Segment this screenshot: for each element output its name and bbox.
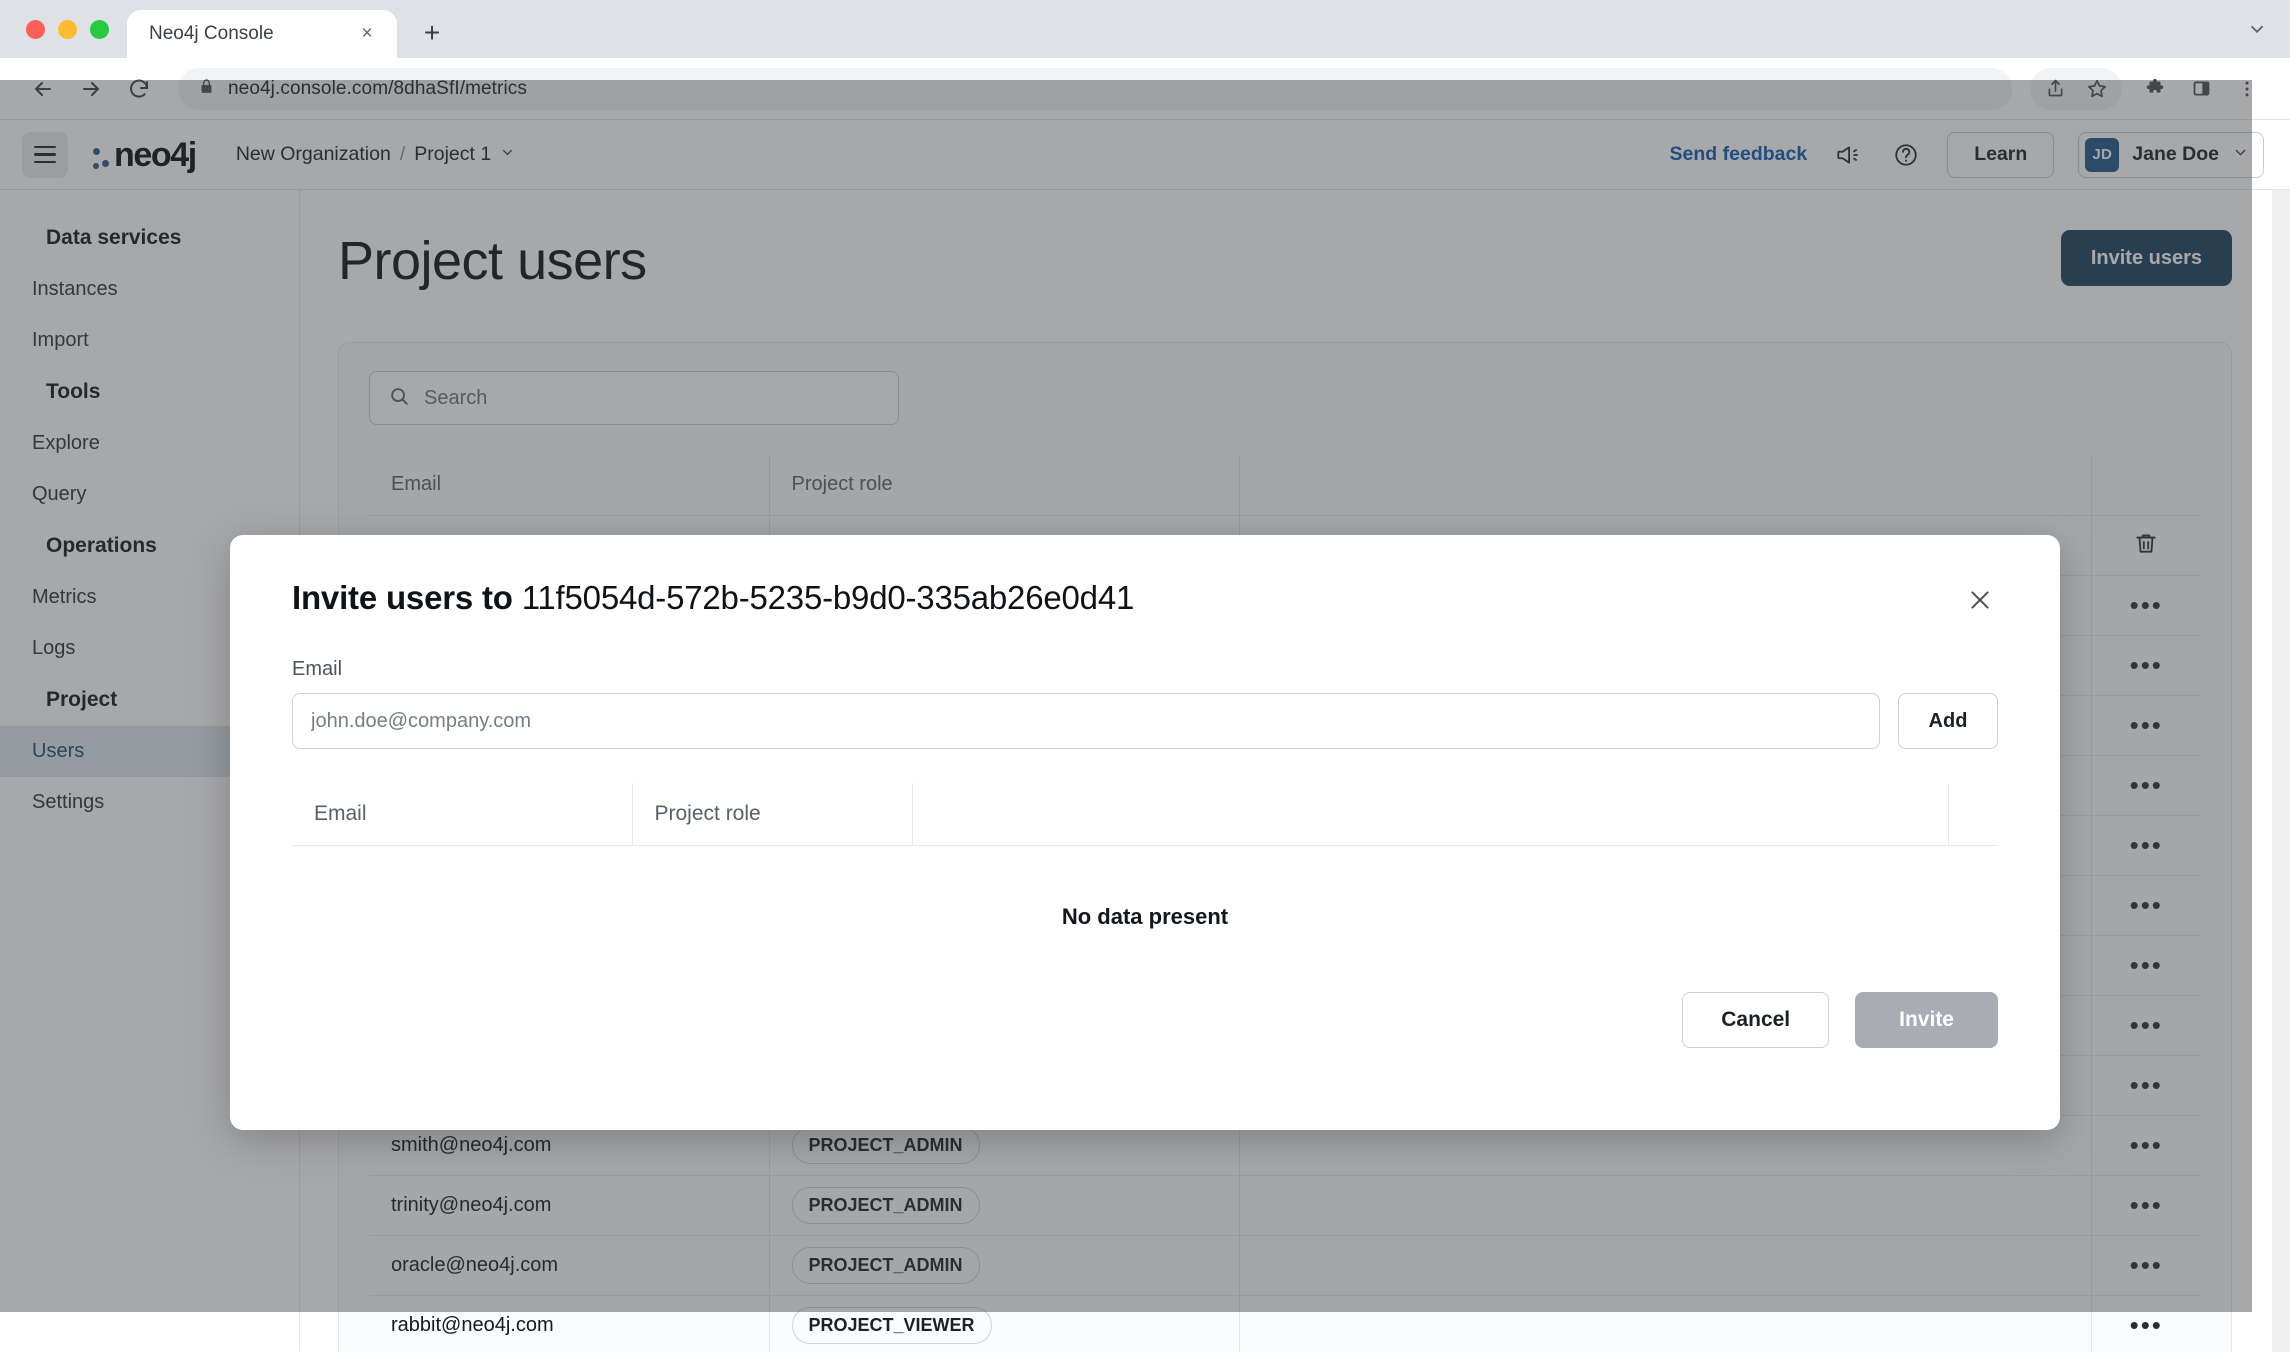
cancel-button[interactable]: Cancel [1682, 991, 1830, 1048]
email-field-label: Email [292, 658, 343, 680]
empty-state-message: No data present [1061, 903, 1229, 929]
new-tab-button[interactable]: + [409, 10, 455, 56]
dialog-footer: Cancel Invite [292, 991, 1998, 1048]
column-header-project-role: Project role [632, 783, 913, 846]
maximize-window-button[interactable] [90, 19, 109, 39]
dialog-header: Invite users to 11f5054d-572b-5235-b9d0-… [292, 579, 1998, 618]
tab-close-icon[interactable]: × [353, 20, 381, 48]
invite-button[interactable]: Invite [1855, 991, 1998, 1048]
role-badge: PROJECT_VIEWER [791, 1306, 992, 1344]
dialog-title-project-id: 11f5054d-572b-5235-b9d0-335ab26e0d41 [521, 579, 1135, 616]
invitees-table: Email Project role [292, 783, 1998, 846]
browser-tab[interactable]: Neo4j Console × [127, 10, 397, 58]
tabstrip-menu-icon[interactable] [2246, 0, 2290, 58]
column-header-actions [1948, 783, 1998, 846]
add-email-button[interactable]: Add [1898, 693, 1998, 749]
page-scrollbar[interactable] [2272, 190, 2290, 1352]
neo4j-console-app: neo4j New Organization / Project 1 Send … [0, 80, 2290, 1352]
invitees-table-head: Email Project role [292, 783, 1998, 846]
invite-users-dialog: Invite users to 11f5054d-572b-5235-b9d0-… [230, 535, 2060, 1130]
browser-window: Neo4j Console × + neo4j.console.com/8dha… [0, 0, 2290, 1352]
minimize-window-button[interactable] [58, 19, 77, 39]
window-traffic-lights [18, 0, 127, 58]
dialog-title: Invite users to 11f5054d-572b-5235-b9d0-… [292, 579, 1134, 617]
column-header-blank [912, 783, 1949, 846]
table-header-row: Email Project role [292, 783, 1998, 846]
dialog-title-prefix: Invite users to [292, 579, 513, 616]
browser-tabstrip: Neo4j Console × + [0, 0, 2290, 58]
column-header-email: Email [292, 783, 633, 846]
email-field-row: Add [292, 693, 1998, 749]
close-window-button[interactable] [26, 19, 45, 39]
close-icon[interactable] [1962, 582, 1998, 618]
tab-title: Neo4j Console [149, 23, 274, 44]
email-field[interactable] [292, 693, 1880, 749]
